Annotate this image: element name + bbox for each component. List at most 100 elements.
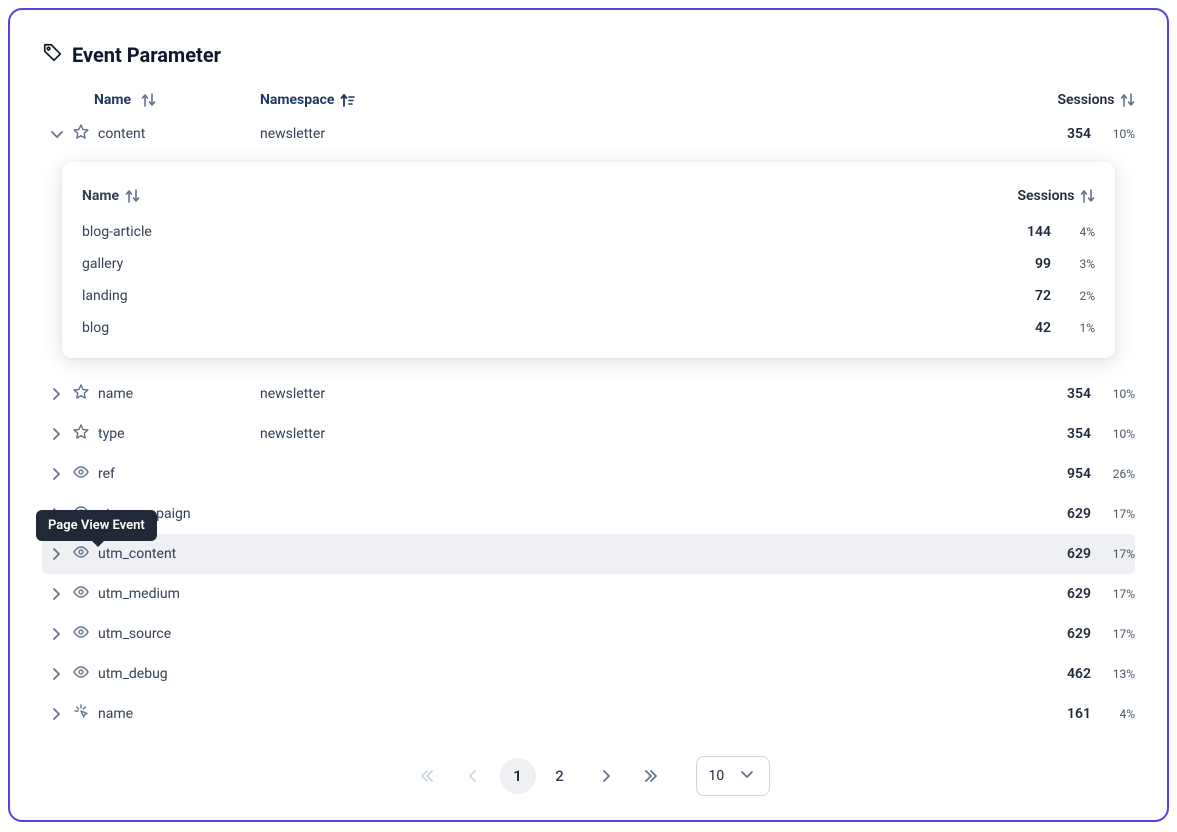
nested-row-name: gallery: [82, 256, 991, 272]
nested-row[interactable]: gallery993%: [82, 248, 1095, 280]
table-row[interactable]: utm_campaign62917%: [42, 494, 1135, 534]
nested-row-name: blog: [82, 320, 991, 336]
table-row[interactable]: utm_debug 46213%: [42, 654, 1135, 694]
nested-header: Name Sessions: [82, 180, 1095, 212]
row-name: name: [98, 706, 133, 722]
row-namespace: newsletter: [260, 386, 420, 402]
row-name-cell: name: [72, 383, 260, 405]
row-name: utm_content: [98, 546, 176, 562]
expand-button[interactable]: [42, 665, 72, 683]
eye-icon: [72, 583, 90, 605]
page-size-select[interactable]: 10: [696, 756, 770, 796]
expand-button[interactable]: [42, 465, 72, 483]
table-row[interactable]: name1614%: [42, 694, 1135, 734]
expand-button[interactable]: [42, 585, 72, 603]
table-row[interactable]: content newsletter 35410%: [42, 114, 1135, 154]
star-icon: [72, 383, 90, 405]
nested-row-name: landing: [82, 288, 991, 304]
tooltip: Page View Event: [36, 510, 157, 541]
expand-button[interactable]: [42, 625, 72, 643]
table-row[interactable]: utm_content62917%: [42, 534, 1135, 574]
nested-row-percent: 1%: [1051, 321, 1095, 335]
nested-row[interactable]: blog421%: [82, 312, 1095, 344]
row-name: content: [98, 126, 145, 142]
nested-col-sessions[interactable]: Sessions: [1017, 188, 1095, 204]
collapse-button[interactable]: [42, 125, 72, 143]
row-name: utm_source: [98, 626, 171, 642]
page-last-button[interactable]: [634, 758, 670, 794]
nested-row-sessions: 72: [991, 288, 1051, 304]
page-number-button[interactable]: 2: [542, 758, 578, 794]
row-name-cell: type: [72, 423, 260, 445]
sort-asc-icon: [340, 92, 356, 108]
column-header-name[interactable]: Name: [72, 92, 260, 108]
nested-row[interactable]: blog-article1444%: [82, 216, 1095, 248]
event-parameter-panel: Event Parameter Name Namespace Sessions …: [8, 8, 1169, 822]
nested-table: Name Sessions blog-article1444%gallery99…: [62, 162, 1115, 358]
eye-icon: [72, 663, 90, 685]
nested-row-sessions: 42: [991, 320, 1051, 336]
page-prev-button[interactable]: [454, 758, 490, 794]
row-name-cell: content: [72, 123, 260, 145]
row-name: name: [98, 386, 133, 402]
row-percent: 10%: [1091, 427, 1135, 441]
expand-button[interactable]: [42, 545, 72, 563]
chevron-down-icon: [738, 765, 756, 787]
row-percent: 17%: [1091, 587, 1135, 601]
sort-icon: [125, 188, 140, 204]
row-sessions: 629: [1035, 546, 1091, 562]
table-row[interactable]: utm_source 62917%: [42, 614, 1135, 654]
page-first-button[interactable]: [408, 758, 444, 794]
row-namespace: newsletter: [260, 126, 420, 142]
row-percent: 13%: [1091, 667, 1135, 681]
panel-title: Event Parameter: [72, 43, 221, 67]
table-row[interactable]: ref 95426%: [42, 454, 1135, 494]
expand-button[interactable]: [42, 425, 72, 443]
row-sessions: 629: [1035, 586, 1091, 602]
row-percent: 17%: [1091, 627, 1135, 641]
table-row[interactable]: typenewsletter 35410%: [42, 414, 1135, 454]
row-namespace: newsletter: [260, 426, 420, 442]
row-percent: 10%: [1091, 387, 1135, 401]
page-number-button[interactable]: 1: [500, 758, 536, 794]
nested-row-sessions: 99: [991, 256, 1051, 272]
row-name: utm_debug: [98, 666, 168, 682]
nested-row-percent: 4%: [1051, 225, 1095, 239]
row-name-cell: name: [72, 703, 260, 725]
nested-row-percent: 3%: [1051, 257, 1095, 271]
row-sessions: 354: [1035, 426, 1091, 442]
row-sessions: 354: [1035, 126, 1091, 142]
column-header-namespace[interactable]: Namespace: [260, 92, 420, 108]
nested-row-sessions: 144: [991, 224, 1051, 240]
table-row[interactable]: utm_medium 62917%: [42, 574, 1135, 614]
page-next-button[interactable]: [588, 758, 624, 794]
sort-icon: [1120, 92, 1135, 108]
sort-icon: [1080, 188, 1095, 204]
expand-button[interactable]: [42, 385, 72, 403]
page-size-value: 10: [709, 768, 725, 784]
table-header: Name Namespace Sessions: [42, 86, 1135, 114]
row-name-cell: utm_source: [72, 623, 260, 645]
row-percent: 4%: [1091, 707, 1135, 721]
row-percent: 26%: [1091, 467, 1135, 481]
click-icon: [72, 703, 90, 725]
column-header-sessions[interactable]: Sessions: [1057, 92, 1135, 108]
expand-button[interactable]: [42, 705, 72, 723]
row-name: ref: [98, 466, 115, 482]
row-percent: 17%: [1091, 507, 1135, 521]
row-name: utm_medium: [98, 586, 180, 602]
eye-icon: [72, 543, 90, 565]
row-name-cell: utm_debug: [72, 663, 260, 685]
tag-icon: [42, 42, 64, 68]
nested-col-name[interactable]: Name: [82, 188, 1017, 204]
row-sessions: 462: [1035, 666, 1091, 682]
row-sessions: 629: [1035, 626, 1091, 642]
row-name-cell: ref: [72, 463, 260, 485]
nested-row-name: blog-article: [82, 224, 991, 240]
table-row[interactable]: namenewsletter35410%: [42, 374, 1135, 414]
row-percent: 10%: [1091, 127, 1135, 141]
panel-header: Event Parameter: [42, 42, 1135, 68]
nested-row[interactable]: landing722%: [82, 280, 1095, 312]
eye-icon: [72, 623, 90, 645]
row-sessions: 954: [1035, 466, 1091, 482]
